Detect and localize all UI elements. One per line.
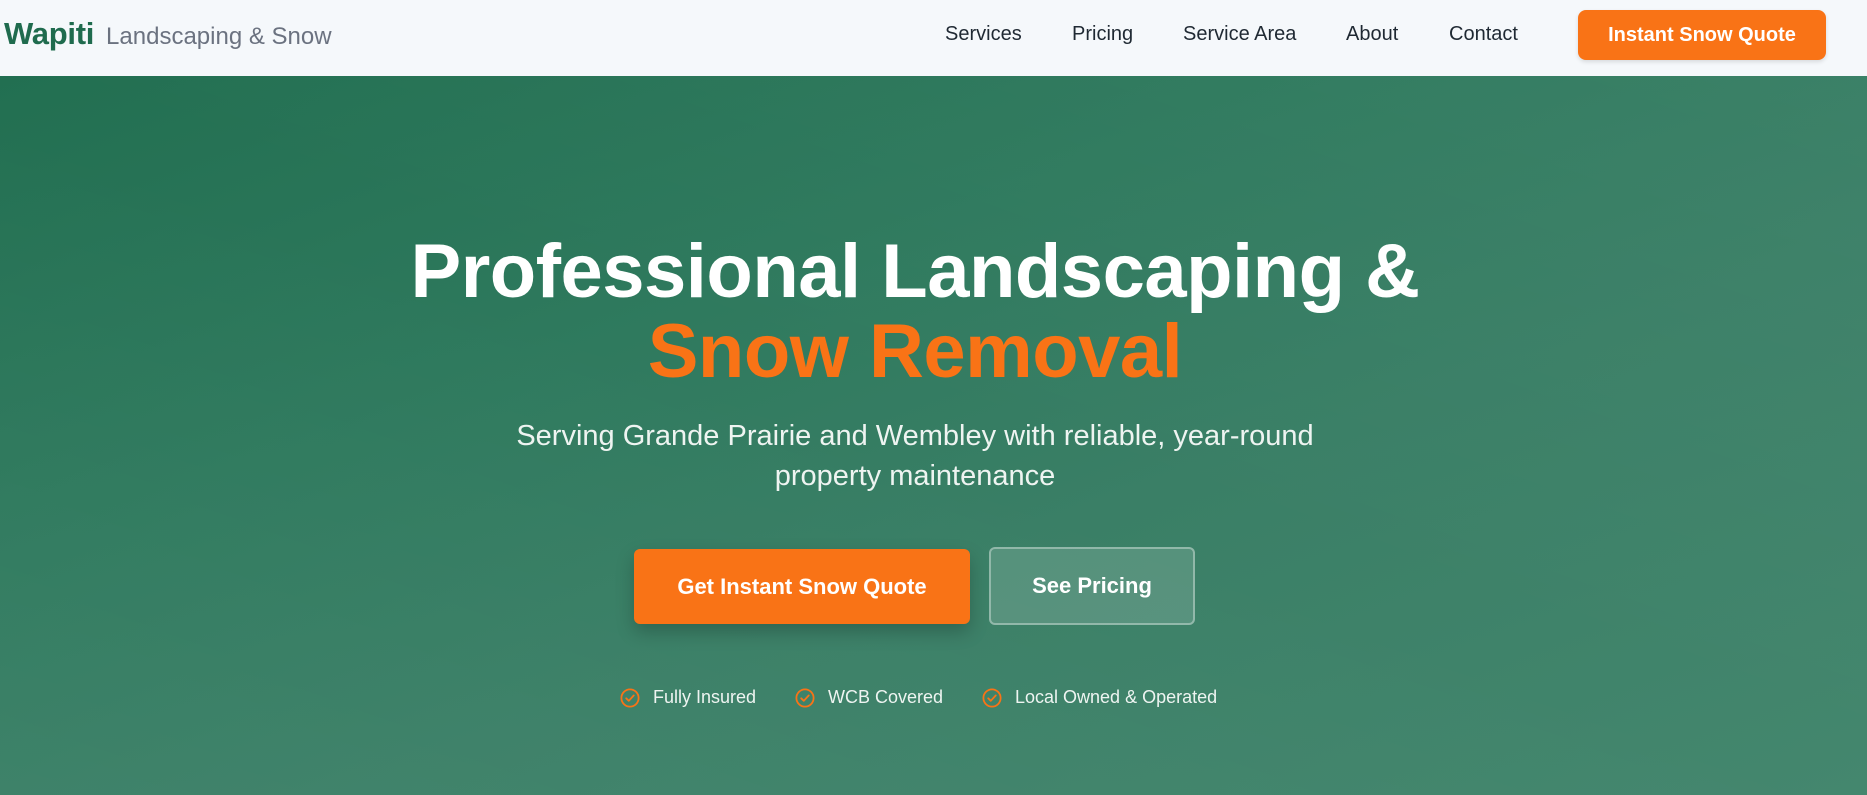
hero-title-line2: Snow Removal xyxy=(647,309,1183,394)
brand-logo[interactable]: Wapiti Landscaping & Snow xyxy=(4,16,332,52)
badge-label: WCB Covered xyxy=(828,687,944,707)
nav-link-service-area[interactable]: Service Area xyxy=(1183,23,1296,46)
badge-fully-insured: Fully Insured xyxy=(620,687,756,708)
nav-link-services[interactable]: Services xyxy=(945,23,1022,46)
instant-snow-quote-button[interactable]: Instant Snow Quote xyxy=(1578,10,1826,60)
trust-badges: Fully Insured WCB Covered Local Owned & … xyxy=(0,687,1867,713)
nav-link-contact[interactable]: Contact xyxy=(1449,23,1518,46)
brand-tagline: Landscaping & Snow xyxy=(106,23,332,50)
badge-label: Fully Insured xyxy=(653,687,757,707)
site-header: Wapiti Landscaping & Snow Services Prici… xyxy=(0,0,1867,76)
hero-title-line1: Professional Landscaping & xyxy=(410,229,1421,314)
badge-wcb-covered: WCB Covered xyxy=(795,687,943,708)
page: Wapiti Landscaping & Snow Services Prici… xyxy=(0,0,1867,795)
see-pricing-button[interactable]: See Pricing xyxy=(989,547,1195,625)
check-circle-icon xyxy=(795,687,815,708)
check-circle-icon xyxy=(982,687,1002,708)
get-instant-snow-quote-button[interactable]: Get Instant Snow Quote xyxy=(634,549,970,624)
nav-link-pricing[interactable]: Pricing xyxy=(1072,23,1133,46)
badge-label: Local Owned & Operated xyxy=(1015,687,1218,707)
hero-subtitle: Serving Grande Prairie and Wembley with … xyxy=(516,420,1314,492)
brand-name: Wapiti xyxy=(4,16,95,51)
badge-local-owned: Local Owned & Operated xyxy=(982,687,1217,708)
nav-link-about[interactable]: About xyxy=(1346,23,1398,46)
hero-title: Professional Landscaping & Snow Removal xyxy=(0,232,1830,392)
hero-section: Professional Landscaping & Snow Removal … xyxy=(0,76,1867,795)
check-circle-icon xyxy=(620,687,640,708)
